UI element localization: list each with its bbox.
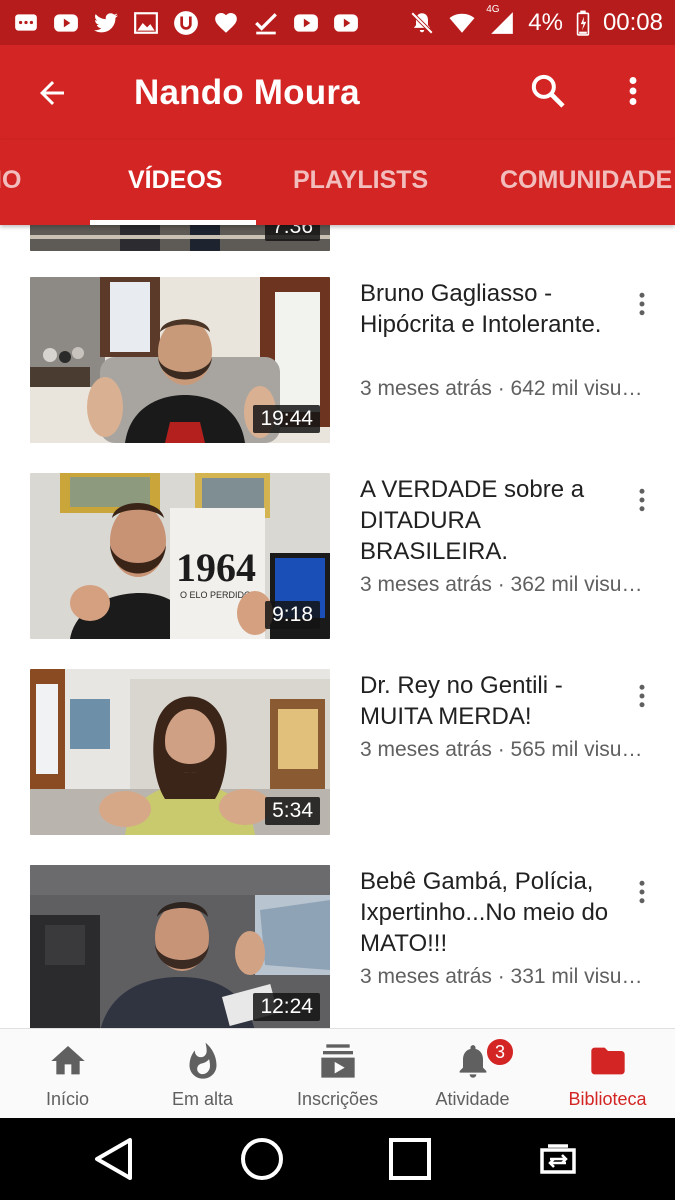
twitter-icon (92, 10, 120, 36)
more-vert-icon (639, 880, 645, 904)
video-title[interactable]: A VERDADE sobre a DITADURA BRASILEIRA. (360, 474, 610, 567)
network-type: 4G (486, 3, 500, 15)
more-vert-icon (629, 77, 637, 105)
nav-inscricoes[interactable]: Inscrições (270, 1029, 405, 1118)
tab-comunidade[interactable]: COMUNIDADE (500, 166, 672, 195)
video-title[interactable]: Bebê Gambá, Polícia, Ixpertinho...No mei… (360, 866, 610, 959)
subscriptions-icon (320, 1044, 355, 1078)
u-icon (172, 10, 200, 36)
bottom-navigation: Início Em alta Inscrições Atividade 3 Bi… (0, 1028, 675, 1118)
video-duration: 7:36 (265, 225, 320, 241)
video-meta: 3 meses atrás · 331 mil visualizações (360, 965, 645, 988)
video-menu-button[interactable] (625, 282, 659, 326)
notification-icons (12, 10, 360, 36)
recents-square-icon[interactable] (385, 1134, 435, 1184)
image-icon (132, 10, 160, 36)
video-title[interactable]: Bruno Gagliasso - Hipócrita e Intolerant… (360, 278, 610, 340)
nav-label: Em alta (171, 1089, 234, 1109)
wifi-icon (448, 10, 476, 36)
video-menu-button[interactable] (625, 478, 659, 522)
nav-em-alta[interactable]: Em alta (135, 1029, 270, 1118)
video-menu-button[interactable] (625, 870, 659, 914)
video-thumbnail[interactable]: 5:34 (30, 669, 330, 835)
nav-label: Biblioteca (568, 1089, 647, 1109)
video-thumbnail[interactable]: 1964 O ELO PERDIDO 9:18 (30, 473, 330, 639)
heart-icon (212, 10, 240, 36)
more-vert-icon (639, 488, 645, 512)
mute-icon (408, 10, 436, 36)
home-icon (50, 1046, 85, 1075)
channel-title: Nando Moura (134, 72, 360, 112)
nav-biblioteca[interactable]: Biblioteca (540, 1029, 675, 1118)
app-bar: Nando Moura (0, 45, 675, 140)
video-title[interactable]: Dr. Rey no Gentili - MUITA MERDA! (360, 670, 610, 732)
video-thumbnail[interactable]: 7:36 (30, 225, 330, 251)
system-navigation-bar (0, 1118, 675, 1200)
signal-icon: 4G (486, 4, 516, 36)
nav-label: Início (45, 1089, 90, 1109)
svg-text:O ELO PERDIDO: O ELO PERDIDO (180, 590, 251, 600)
youtube-icon (292, 10, 320, 36)
back-triangle-icon[interactable] (90, 1134, 140, 1184)
arrow-back-icon (40, 80, 64, 105)
screen-rotate-icon[interactable] (534, 1134, 584, 1184)
system-status: 4G 4% 00:08 (408, 4, 663, 37)
video-meta: 3 meses atrás · 565 mil visualizações (360, 738, 645, 761)
video-duration: 5:34 (265, 797, 320, 825)
search-button[interactable] (520, 63, 576, 119)
battery-percent: 4% (528, 8, 563, 36)
home-circle-icon[interactable] (237, 1134, 287, 1184)
check-icon (252, 10, 280, 36)
video-meta: 3 meses atrás · 642 mil visualizações (360, 377, 645, 400)
video-list: 7:36 19:44 Bruno Gagliasso - Hipócrita e… (0, 225, 675, 1028)
video-duration: 19:44 (253, 405, 320, 433)
clock: 00:08 (602, 8, 663, 36)
active-tab-indicator (90, 220, 256, 225)
video-duration: 12:24 (253, 993, 320, 1021)
back-button[interactable] (22, 63, 82, 123)
nav-label: Atividade (435, 1089, 510, 1109)
status-bar: 4G 4% 00:08 (0, 0, 675, 45)
more-vert-icon (639, 684, 645, 708)
more-options-button[interactable] (610, 63, 656, 119)
tab-playlists[interactable]: PLAYLISTS (293, 166, 428, 195)
nav-inicio[interactable]: Início (0, 1029, 135, 1118)
video-duration: 9:18 (265, 601, 320, 629)
message-icon (12, 10, 40, 36)
youtube-icon (52, 10, 80, 36)
video-thumbnail[interactable]: 19:44 (30, 277, 330, 443)
flame-icon (189, 1042, 216, 1079)
tab-inicio[interactable]: INÍCIO (0, 166, 21, 195)
nav-label: Inscrições (296, 1089, 379, 1109)
youtube-icon (332, 10, 360, 36)
channel-tabs: INÍCIO VÍDEOS PLAYLISTS COMUNIDADE (0, 140, 675, 225)
tab-videos[interactable]: VÍDEOS (128, 166, 222, 195)
folder-icon (590, 1047, 625, 1075)
more-vert-icon (639, 292, 645, 316)
video-meta: 3 meses atrás · 362 mil visualizações (360, 573, 645, 596)
search-icon (531, 74, 565, 108)
video-thumbnail[interactable]: 12:24 (30, 865, 330, 1028)
video-menu-button[interactable] (625, 674, 659, 718)
notification-badge: 3 (485, 1037, 515, 1067)
nav-atividade[interactable]: Atividade 3 (405, 1029, 540, 1118)
svg-text:1964: 1964 (176, 545, 256, 590)
battery-icon (575, 10, 591, 36)
